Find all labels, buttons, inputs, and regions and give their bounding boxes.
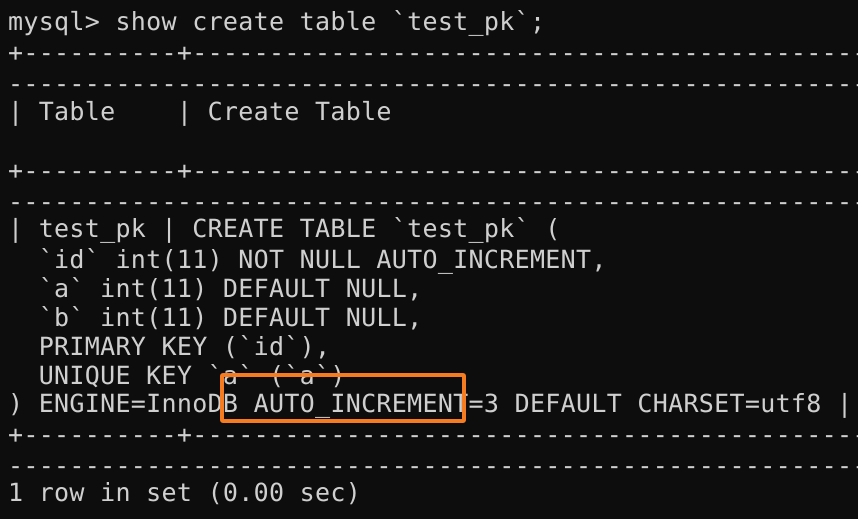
terminal-window[interactable]: mysql> show create table `test_pk`; +----… bbox=[0, 0, 858, 519]
terminal-line-10: `b` int(11) DEFAULT NULL, bbox=[8, 303, 423, 332]
terminal-line-2: ----------------------------------------… bbox=[8, 69, 858, 98]
terminal-line-12: UNIQUE KEY `a` (`a`) bbox=[8, 361, 346, 390]
terminal-line-11: PRIMARY KEY (`id`), bbox=[8, 332, 331, 361]
terminal-output-area[interactable]: mysql> show create table `test_pk`; +----… bbox=[0, 0, 858, 519]
terminal-line-1: +----------+----------------------------… bbox=[8, 38, 858, 67]
terminal-line-8: `id` int(11) NOT NULL AUTO_INCREMENT, bbox=[8, 245, 607, 274]
terminal-line-7: | test_pk | CREATE TABLE `test_pk` ( bbox=[8, 214, 561, 243]
terminal-line-16: 1 row in set (0.00 sec) bbox=[8, 478, 362, 507]
terminal-line-3: | Table | Create Table bbox=[8, 97, 392, 126]
terminal-line-0: mysql> show create table `test_pk`; bbox=[8, 7, 546, 36]
terminal-line-9: `a` int(11) DEFAULT NULL, bbox=[8, 274, 423, 303]
terminal-line-5: +----------+----------------------------… bbox=[8, 156, 858, 185]
terminal-line-14: +----------+----------------------------… bbox=[8, 420, 858, 449]
terminal-line-13: ) ENGINE=InnoDB AUTO_INCREMENT=3 DEFAULT… bbox=[8, 389, 853, 418]
